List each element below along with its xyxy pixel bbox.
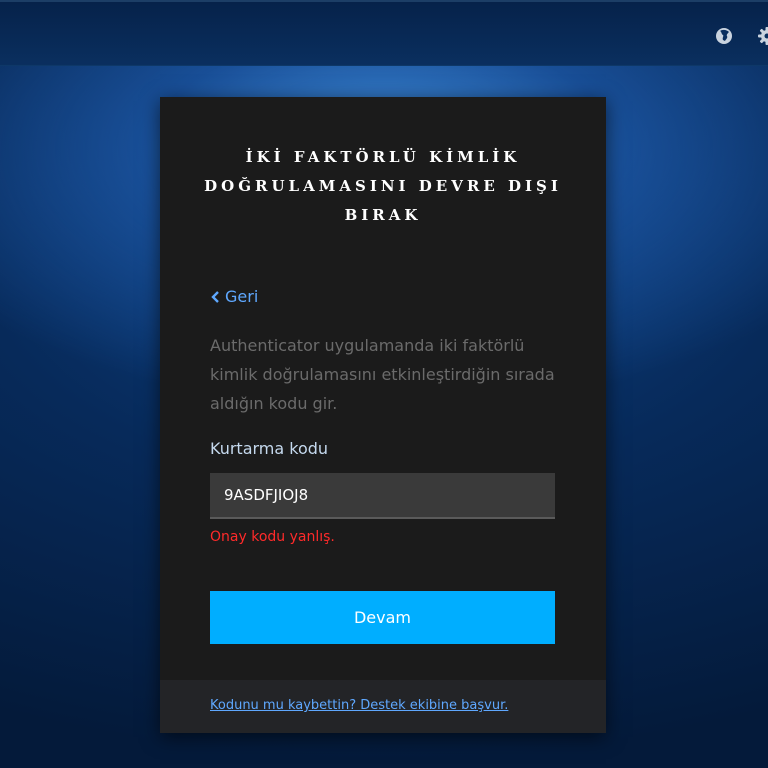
globe-icon[interactable] — [714, 26, 734, 46]
top-bar-divider — [0, 65, 768, 66]
card-title-line-2: DOĞRULAMASINI DEVRE DIŞI — [204, 177, 562, 195]
gear-icon[interactable] — [757, 26, 768, 46]
support-link[interactable]: Kodunu mu kaybettin? Destek ekibine başv… — [210, 698, 508, 713]
top-bar — [0, 0, 768, 66]
chevron-left-icon — [211, 290, 219, 303]
recovery-code-input[interactable] — [210, 473, 555, 517]
disable-2fa-card: İKİ FAKTÖRLÜ KİMLİK DOĞRULAMASINI DEVRE … — [160, 97, 606, 733]
back-link[interactable]: Geri — [210, 287, 258, 306]
error-message: Onay kodu yanlış. — [210, 529, 335, 545]
back-link-label: Geri — [225, 287, 259, 306]
card-title-line-3: BIRAK — [344, 206, 422, 224]
instruction-text: Authenticator uygulamanda iki faktörlü k… — [210, 336, 555, 413]
card-title-line-1: İKİ FAKTÖRLÜ KİMLİK — [245, 148, 521, 166]
card-title: İKİ FAKTÖRLÜ KİMLİK DOĞRULAMASINI DEVRE … — [200, 143, 566, 230]
recovery-code-label: Kurtarma kodu — [210, 439, 329, 458]
continue-button[interactable]: Devam — [210, 591, 555, 644]
card-footer: Kodunu mu kaybettin? Destek ekibine başv… — [160, 680, 606, 733]
recovery-code-field[interactable] — [210, 473, 555, 519]
